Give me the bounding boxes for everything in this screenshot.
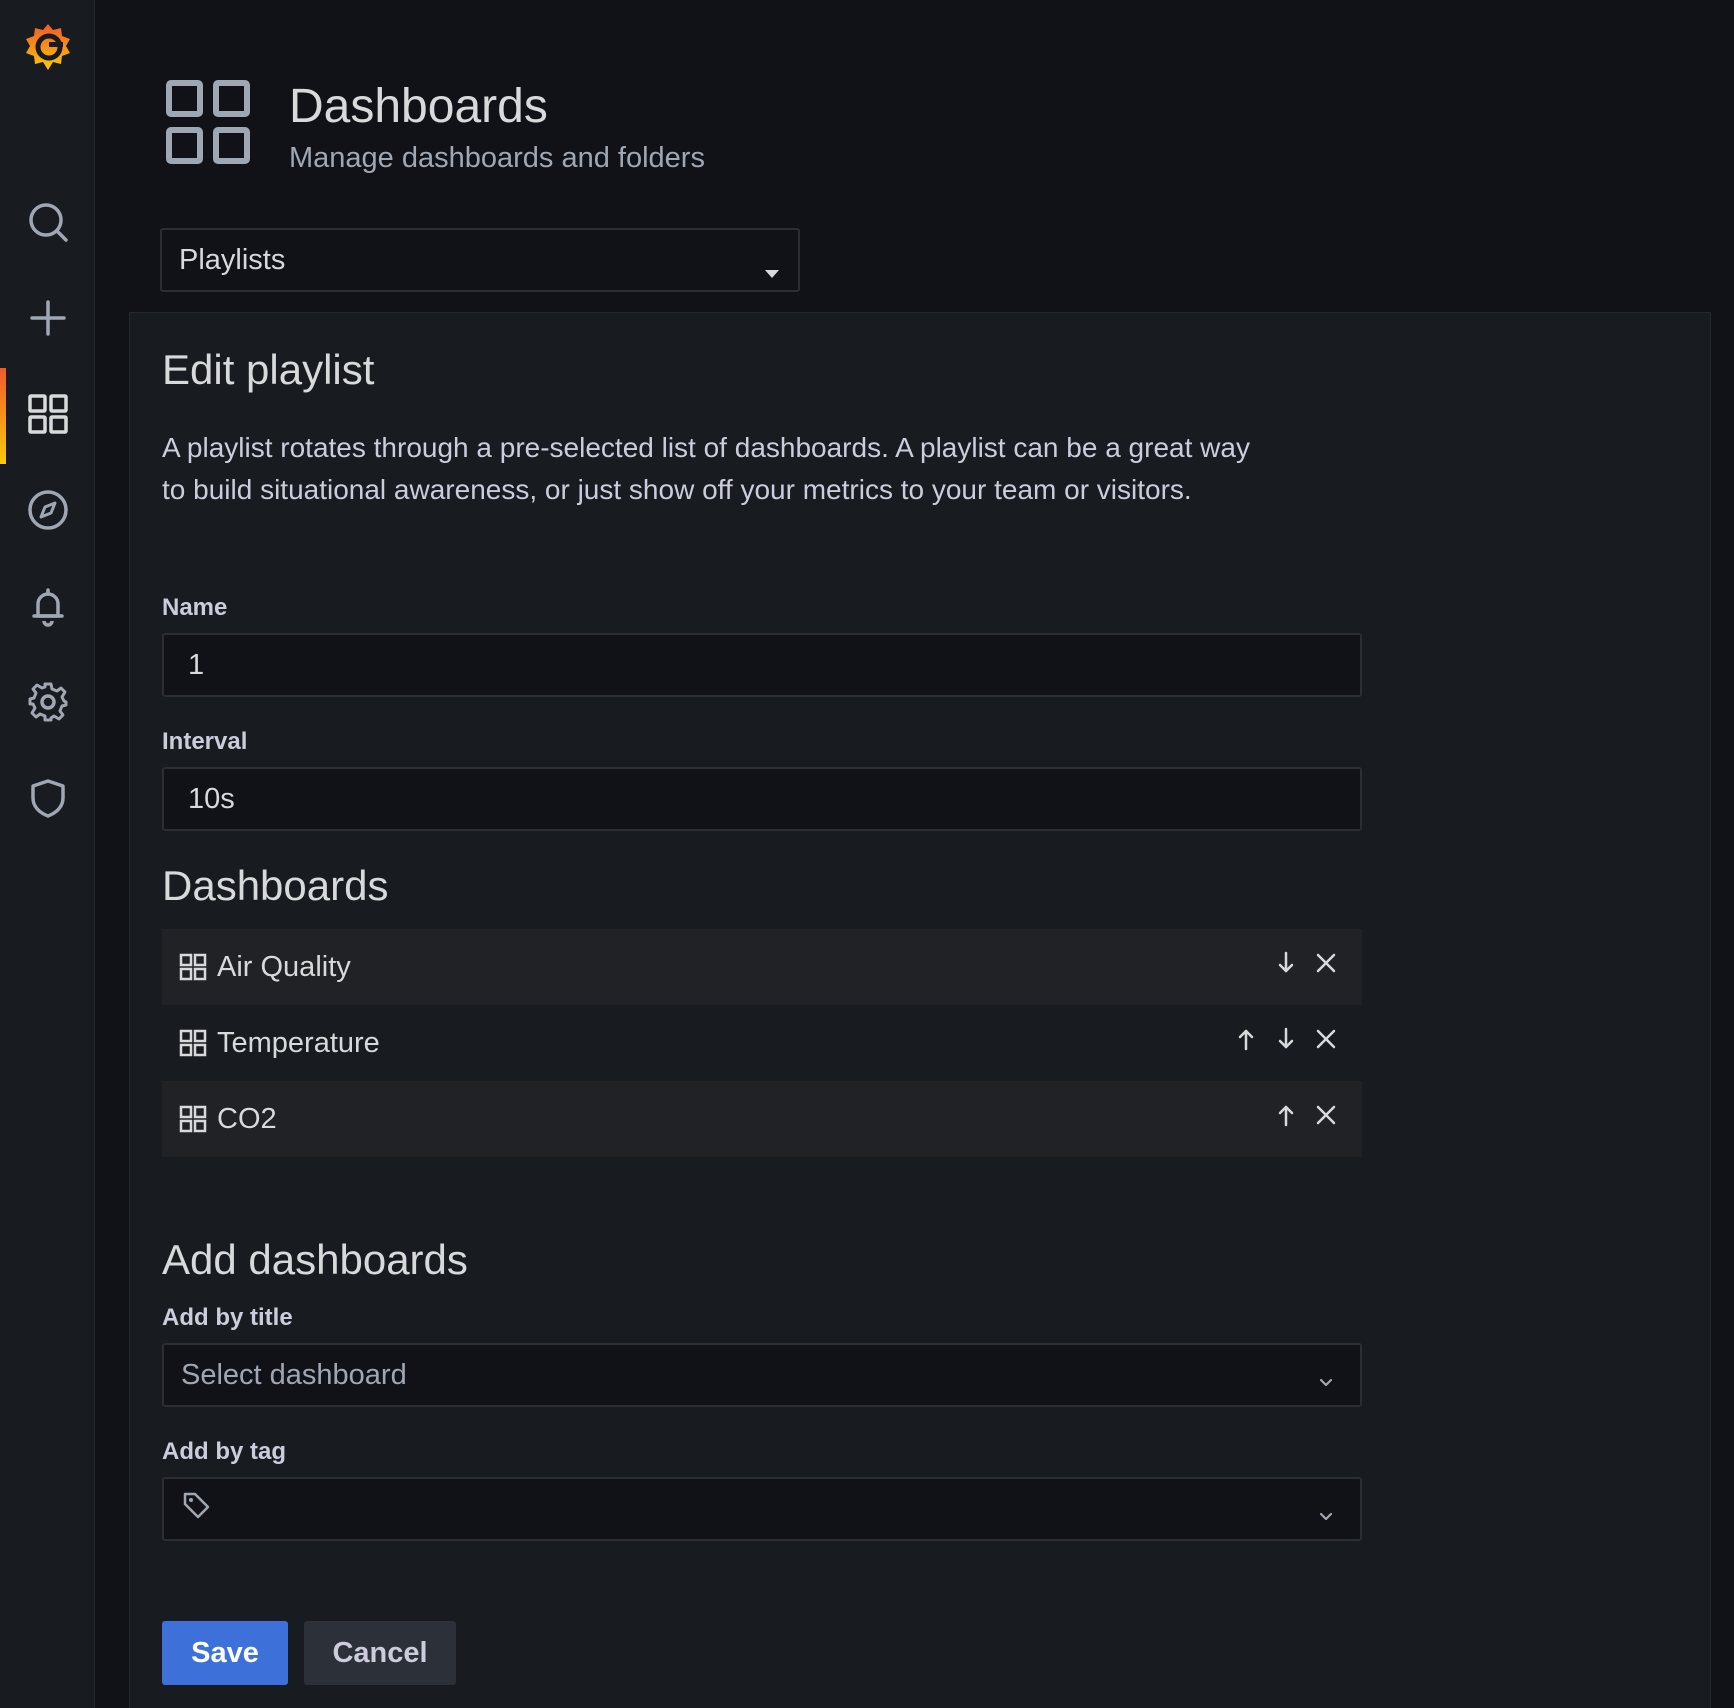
arrow-down-icon[interactable] <box>1272 949 1300 977</box>
playlist-item-row: Air Quality <box>162 929 1362 1005</box>
sidebar-item-explore[interactable] <box>0 464 95 560</box>
app: Dashboards Manage dashboards and folders… <box>0 0 1734 1708</box>
name-label: Name <box>162 594 228 621</box>
dashboards-header-icon <box>166 80 250 164</box>
row-actions <box>1272 949 1352 977</box>
cancel-button[interactable]: Cancel <box>304 1621 456 1685</box>
tag-icon <box>181 1490 211 1528</box>
sidebar <box>0 0 95 1708</box>
sidebar-item-alerting[interactable] <box>0 560 95 656</box>
cog-icon <box>26 680 70 729</box>
chevron-down-icon <box>1316 1501 1336 1521</box>
page-subtitle: Manage dashboards and folders <box>289 142 705 174</box>
form-title: Edit playlist <box>162 346 375 393</box>
arrow-up-icon[interactable] <box>1272 1101 1300 1129</box>
apps-icon <box>179 1105 207 1133</box>
caret-down-icon <box>764 254 780 287</box>
add-dashboards-heading: Add dashboards <box>162 1236 468 1283</box>
arrow-down-icon[interactable] <box>1272 1025 1300 1053</box>
section-select[interactable]: Playlists <box>160 228 800 292</box>
save-button[interactable]: Save <box>162 1621 288 1685</box>
plus-icon <box>26 296 70 345</box>
name-input-value: 1 <box>188 648 205 681</box>
sidebar-item-configuration[interactable] <box>0 656 95 752</box>
grafana-logo-icon[interactable] <box>20 20 76 76</box>
close-icon[interactable] <box>1312 1101 1340 1129</box>
apps-icon <box>179 953 207 981</box>
page-title: Dashboards <box>289 80 548 133</box>
bell-icon <box>26 584 70 633</box>
playlist-item-title: Air Quality <box>217 950 351 983</box>
row-actions <box>1232 1025 1352 1053</box>
section-select-value: Playlists <box>179 243 286 276</box>
search-icon <box>26 200 70 249</box>
shield-icon <box>26 776 70 825</box>
playlist-item-row: CO2 <box>162 1081 1362 1157</box>
close-icon[interactable] <box>1312 1025 1340 1053</box>
add-by-tag-select[interactable] <box>162 1477 1362 1541</box>
interval-input-value: 10s <box>188 782 235 815</box>
add-by-title-select[interactable]: Select dashboard <box>162 1343 1362 1407</box>
playlist-item-row: Temperature <box>162 1005 1362 1081</box>
apps-icon <box>179 1029 207 1057</box>
close-icon[interactable] <box>1312 949 1340 977</box>
arrow-up-icon[interactable] <box>1232 1025 1260 1053</box>
sidebar-item-server-admin[interactable] <box>0 752 95 848</box>
interval-input[interactable]: 10s <box>162 767 1362 831</box>
add-by-title-label: Add by title <box>162 1304 293 1331</box>
interval-label: Interval <box>162 728 248 755</box>
playlist-description: A playlist rotates through a pre-selecte… <box>162 432 1250 505</box>
sidebar-item-dashboards[interactable] <box>0 368 95 464</box>
sidebar-item-search[interactable] <box>0 176 95 272</box>
dashboards-heading: Dashboards <box>162 862 389 909</box>
chevron-down-icon <box>1316 1367 1336 1387</box>
playlist-item-title: CO2 <box>217 1102 277 1135</box>
name-input[interactable]: 1 <box>162 633 1362 697</box>
row-actions <box>1272 1101 1352 1129</box>
playlist-item-title: Temperature <box>217 1026 380 1059</box>
sidebar-item-create[interactable] <box>0 272 95 368</box>
add-by-title-placeholder: Select dashboard <box>181 1358 407 1391</box>
add-by-tag-label: Add by tag <box>162 1438 286 1465</box>
edit-playlist-panel: Edit playlist A playlist rotates through… <box>129 312 1711 1708</box>
apps-icon <box>26 392 70 441</box>
compass-icon <box>26 488 70 537</box>
